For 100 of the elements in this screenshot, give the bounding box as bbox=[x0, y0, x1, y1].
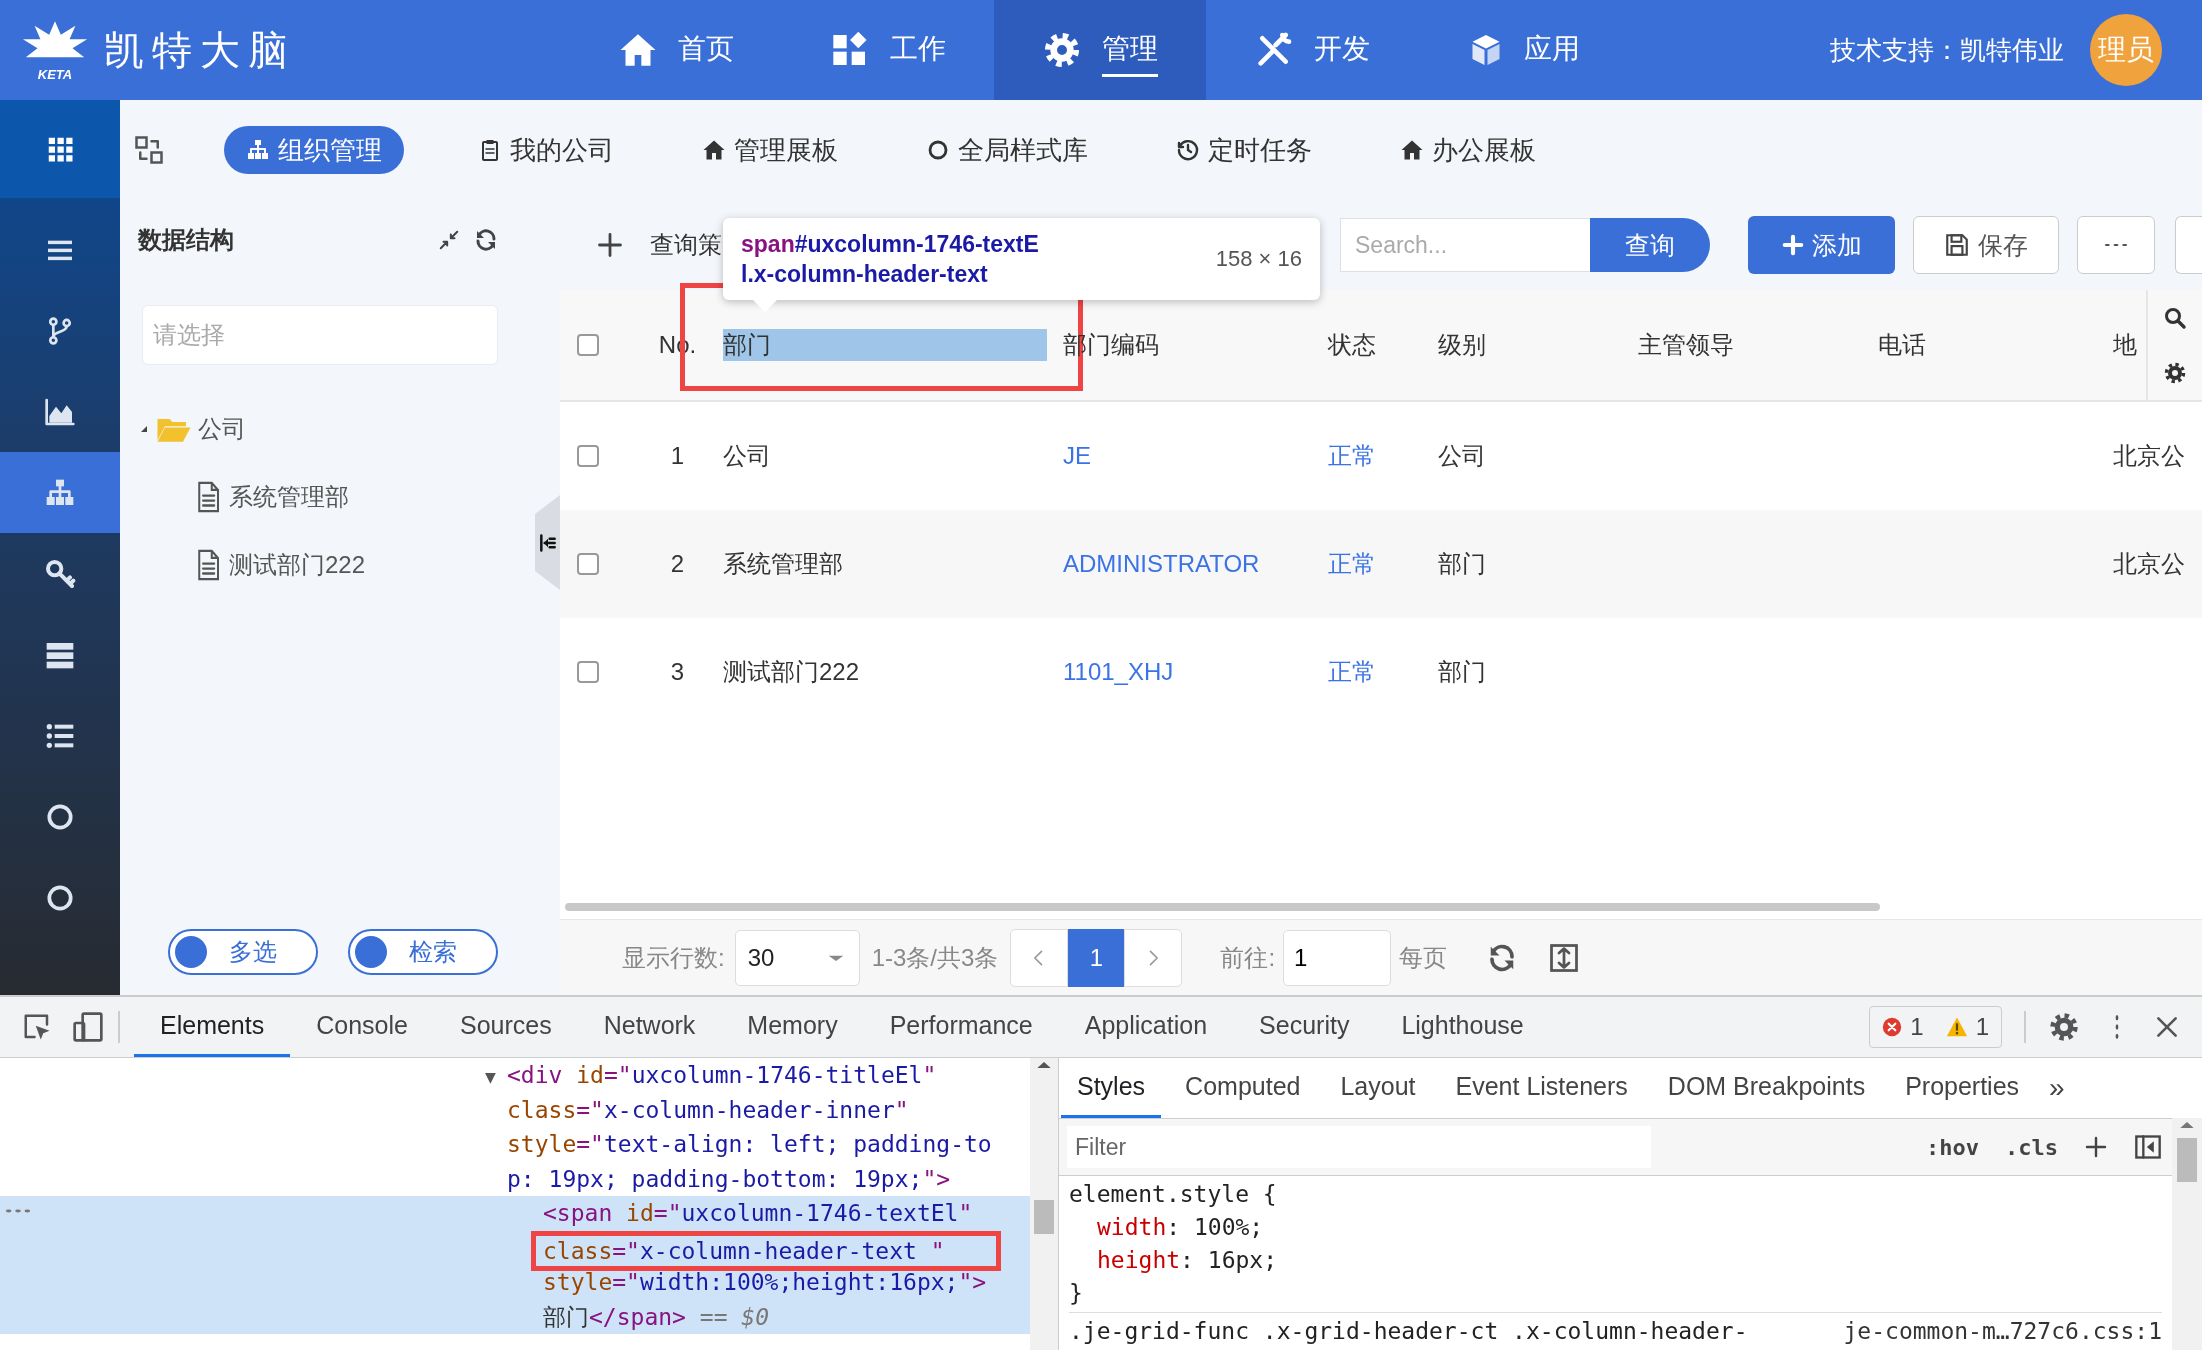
css-selector: element.style { bbox=[1069, 1180, 1278, 1209]
panel-title: 数据结构 bbox=[138, 225, 234, 255]
devtools-tab[interactable]: Security bbox=[1233, 997, 1376, 1057]
checkbox[interactable] bbox=[577, 445, 599, 467]
style-toggle[interactable]: :hov bbox=[1926, 1134, 1979, 1160]
tree-node-label[interactable]: 测试部门222 bbox=[229, 549, 366, 581]
save-button[interactable]: 保存 bbox=[1913, 216, 2059, 274]
add-button[interactable]: 添加 bbox=[1748, 216, 1895, 274]
inspect-icon[interactable] bbox=[22, 1012, 52, 1042]
scroll-thumb[interactable] bbox=[1034, 1200, 1054, 1234]
search-field[interactable]: Search... bbox=[1340, 218, 1590, 272]
devtools-tab[interactable]: Application bbox=[1058, 997, 1234, 1057]
issues-counter[interactable]: 1 1 bbox=[1869, 1006, 2002, 1048]
sidebar-tab[interactable]: Layout bbox=[1324, 1058, 1432, 1118]
swap-icon[interactable] bbox=[134, 135, 164, 165]
cell-link[interactable]: ADMINISTRATOR bbox=[1063, 550, 1260, 577]
rows-label: 显示行数: bbox=[622, 942, 725, 973]
style-toggle[interactable]: .cls bbox=[2005, 1134, 2058, 1160]
scrollbar[interactable] bbox=[1030, 1058, 1059, 1350]
module-tab[interactable]: 我的公司 bbox=[464, 126, 628, 174]
css-declaration[interactable]: width: 100%; bbox=[1069, 1211, 2162, 1244]
nav-tab[interactable]: 管理 bbox=[994, 0, 1206, 100]
devtools-tab[interactable]: Memory bbox=[721, 997, 864, 1057]
devtools-tab[interactable]: Lighthouse bbox=[1375, 997, 1550, 1057]
refresh-icon[interactable] bbox=[474, 228, 498, 252]
nav-tab[interactable]: 首页 bbox=[570, 0, 782, 100]
code-line: class="x-column-header-inner" bbox=[506, 1095, 910, 1125]
circle-icon bbox=[926, 138, 950, 162]
sidebar-tab[interactable]: Computed bbox=[1169, 1058, 1317, 1118]
column-header[interactable]: 状态 bbox=[1328, 331, 1376, 358]
module-tab[interactable]: 组织管理 bbox=[224, 126, 404, 174]
module-tab[interactable]: 管理展板 bbox=[688, 126, 852, 174]
column-header[interactable]: 电话 bbox=[1878, 331, 1926, 358]
expand-vertical-icon[interactable] bbox=[1549, 942, 1580, 973]
settings-icon bbox=[1042, 30, 1082, 70]
more-tabs[interactable]: » bbox=[2049, 1072, 2065, 1104]
tree-node-label[interactable]: 系统管理部 bbox=[229, 481, 349, 513]
compress-icon[interactable] bbox=[438, 229, 460, 251]
column-header[interactable]: 地 bbox=[2113, 331, 2137, 358]
checkbox[interactable] bbox=[577, 553, 599, 575]
module-tab[interactable]: 办公展板 bbox=[1386, 126, 1550, 174]
filter-field[interactable]: Filter bbox=[1067, 1126, 1651, 1168]
sidebar-toggle-icon[interactable] bbox=[2134, 1133, 2162, 1161]
element-selector: span#uxcolumn-1746-textEl.x-column-header-text bbox=[741, 230, 1040, 289]
devtools-tab[interactable]: Elements bbox=[134, 997, 291, 1057]
device-icon[interactable] bbox=[72, 1011, 104, 1043]
toggle-switch[interactable]: 多选 bbox=[168, 929, 318, 975]
search-button[interactable]: 查询 bbox=[1590, 218, 1710, 272]
scrollbar[interactable] bbox=[565, 903, 1880, 911]
sidebar-tab[interactable]: Event Listeners bbox=[1439, 1058, 1644, 1118]
scroll-thumb[interactable] bbox=[2177, 1138, 2197, 1182]
table-cell: 1 bbox=[670, 442, 685, 469]
add-icon[interactable] bbox=[596, 231, 624, 259]
module-tab[interactable]: 全局样式库 bbox=[912, 126, 1102, 174]
sidebar-tab[interactable]: DOM Breakpoints bbox=[1651, 1058, 1882, 1118]
query-label[interactable]: 查询策 bbox=[650, 229, 722, 261]
settings-icon[interactable] bbox=[2163, 360, 2187, 385]
settings-icon[interactable] bbox=[2048, 1011, 2080, 1043]
column-header[interactable]: 主管领导 bbox=[1638, 331, 1734, 358]
nav-tab[interactable]: 开发 bbox=[1206, 0, 1418, 100]
css-declaration[interactable]: height: 16px; bbox=[1069, 1244, 2162, 1277]
checkbox[interactable] bbox=[577, 661, 599, 683]
checkbox[interactable] bbox=[577, 334, 599, 356]
page-button[interactable]: 1 bbox=[1068, 928, 1125, 987]
org-chart-icon bbox=[246, 138, 270, 162]
nav-tab[interactable]: 应用 bbox=[1418, 0, 1630, 100]
scrollbar[interactable] bbox=[2172, 1118, 2202, 1350]
cell-link[interactable]: 正常 bbox=[1328, 442, 1376, 469]
devtools-tab[interactable]: Console bbox=[290, 997, 434, 1057]
app-launcher[interactable] bbox=[0, 100, 120, 198]
cell-link[interactable]: JE bbox=[1063, 442, 1091, 469]
table-cell: 系统管理部 bbox=[723, 550, 843, 577]
support-text: 技术支持：凯特伟业 bbox=[1830, 33, 2064, 67]
close-icon[interactable] bbox=[2154, 1014, 2180, 1040]
tree-node-label[interactable]: 公司 bbox=[198, 413, 246, 445]
devtools-tab[interactable]: Sources bbox=[433, 997, 578, 1057]
devtools-tab[interactable]: Network bbox=[577, 997, 722, 1057]
prev-page-button[interactable] bbox=[1010, 928, 1069, 987]
cell-link[interactable]: 1101_XHJ bbox=[1063, 658, 1174, 685]
select-field[interactable]: 请选择 bbox=[142, 305, 498, 365]
key-icon bbox=[44, 557, 76, 590]
goto-field[interactable]: 1 bbox=[1283, 929, 1392, 986]
range-text: 1-3条/共3条 bbox=[871, 942, 999, 973]
source-link[interactable]: je-common-m…727c6.css:1 bbox=[1843, 1315, 2162, 1348]
module-tab[interactable]: 定时任务 bbox=[1162, 126, 1326, 174]
nav-tab[interactable]: 工作 bbox=[782, 0, 994, 100]
cell-link[interactable]: 正常 bbox=[1328, 658, 1376, 685]
search-icon[interactable] bbox=[2163, 305, 2187, 330]
table-cell: 北京公 bbox=[2113, 550, 2185, 577]
column-header[interactable]: 级别 bbox=[1438, 331, 1486, 358]
collapse-icon bbox=[538, 532, 558, 553]
sidebar-tab[interactable]: Properties bbox=[1889, 1058, 2036, 1118]
column-header[interactable]: 部门 bbox=[723, 329, 1047, 361]
toggle-switch[interactable]: 检索 bbox=[348, 929, 498, 975]
devtools-tab[interactable]: Performance bbox=[863, 997, 1059, 1057]
code-line: style="text-align: left; padding-to bbox=[506, 1130, 993, 1159]
cell-link[interactable]: 正常 bbox=[1328, 550, 1376, 577]
add-icon[interactable] bbox=[2084, 1135, 2108, 1159]
page-size-select[interactable]: 30 bbox=[734, 929, 860, 986]
app-title: 凯特大脑 bbox=[104, 26, 296, 74]
